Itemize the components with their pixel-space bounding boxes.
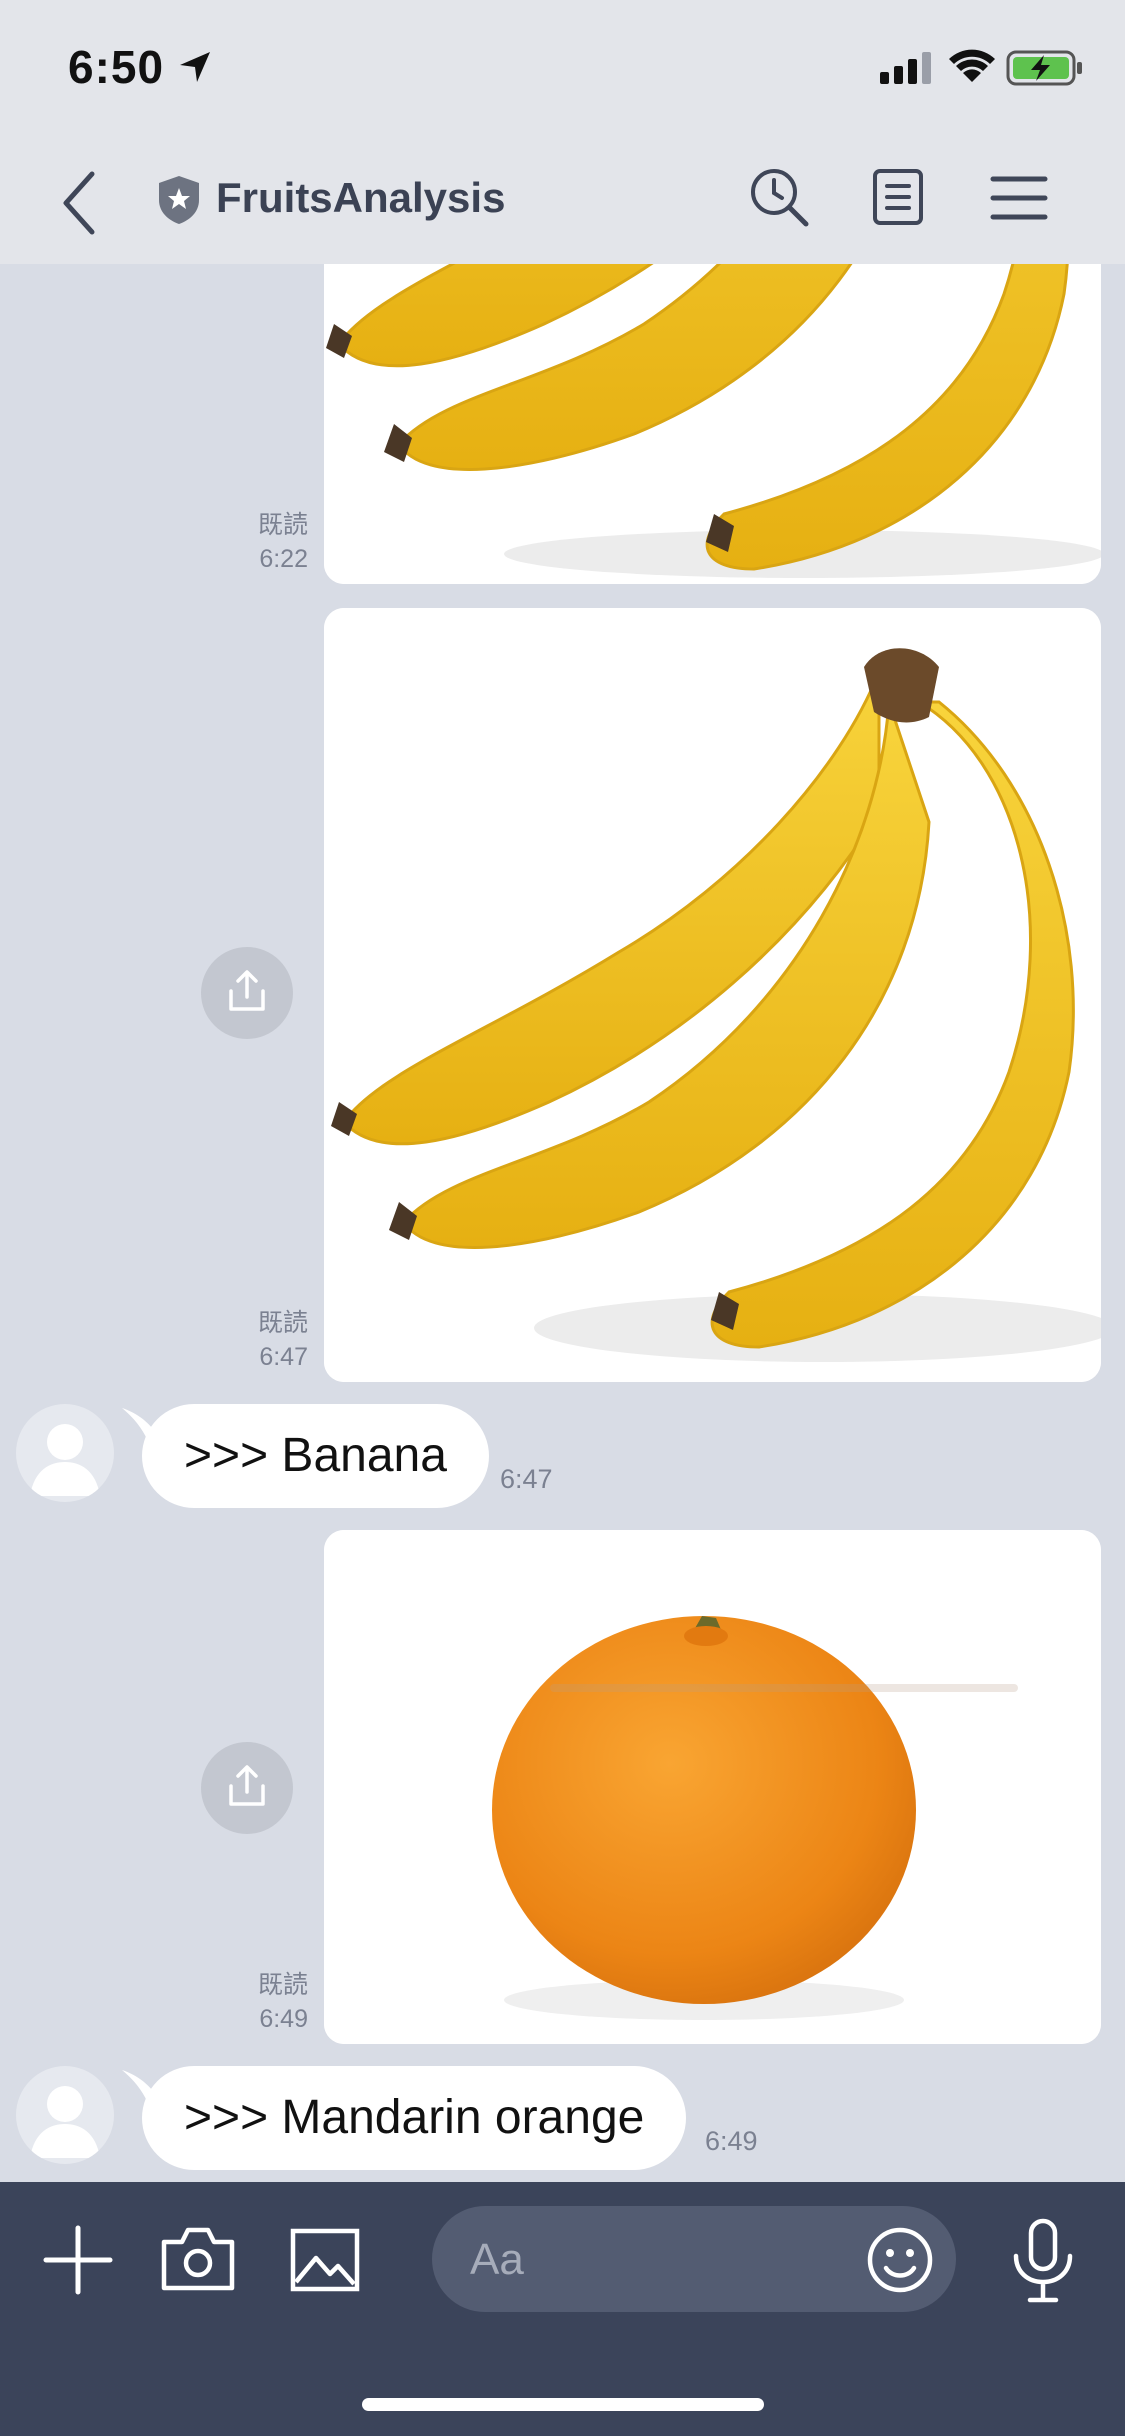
emoji-icon[interactable] [866, 2226, 934, 2294]
message-bubble[interactable]: >>> Banana [142, 1404, 489, 1508]
location-arrow-icon [180, 52, 210, 82]
status-time: 6:50 [68, 41, 165, 93]
share-button[interactable] [201, 947, 293, 1039]
wifi-icon [949, 49, 995, 82]
search-icon[interactable] [748, 166, 810, 228]
gallery-icon[interactable] [290, 2228, 360, 2292]
back-icon[interactable] [56, 170, 106, 236]
camera-icon[interactable] [160, 2224, 236, 2292]
battery-icon [1006, 50, 1082, 86]
home-indicator[interactable] [362, 2398, 764, 2411]
cellular-signal-icon [880, 52, 931, 84]
image-message-orange[interactable] [324, 1530, 1101, 2044]
mic-icon[interactable] [1010, 2218, 1076, 2304]
message-time: 6:47 [500, 1464, 553, 1494]
read-label: 既読 [257, 1309, 308, 1337]
banana-image [324, 608, 1101, 1382]
orange-image [324, 1530, 1101, 2044]
chat-title: FruitsAnalysis [216, 174, 506, 221]
message-meta: 既読 6:47 [180, 1306, 308, 1374]
read-label: 既読 [257, 511, 308, 539]
input-bar [0, 2182, 1125, 2436]
message-bubble[interactable]: >>> Mandarin orange [142, 2066, 687, 2170]
plus-icon[interactable] [42, 2224, 114, 2296]
default-avatar-icon [30, 2086, 100, 2158]
message-time: 6:49 [259, 2005, 308, 2033]
chat-header: FruitsAnalysis [0, 140, 1125, 264]
message-time: 6:22 [259, 545, 308, 573]
menu-icon[interactable] [990, 174, 1048, 222]
default-avatar-icon [30, 1424, 100, 1496]
chat-area[interactable]: 既読 6:22 既読 6:47 >>> Banana 6:47 既読 6:49 … [0, 264, 1125, 2182]
read-label: 既読 [257, 1971, 308, 1999]
share-button[interactable] [201, 1742, 293, 1834]
share-icon [229, 1765, 265, 1806]
image-message-banana-1[interactable] [324, 264, 1101, 584]
message-field[interactable] [432, 2206, 956, 2314]
status-bar: 6:50 [0, 0, 1125, 140]
avatar[interactable] [16, 2066, 114, 2164]
message-time: 6:49 [705, 2126, 758, 2156]
share-icon [229, 970, 265, 1011]
message-meta: 既読 6:49 [180, 1968, 308, 2036]
avatar[interactable] [16, 1404, 114, 1502]
notes-icon[interactable] [872, 168, 924, 226]
message-time: 6:47 [259, 1343, 308, 1371]
shield-icon [159, 176, 199, 224]
banana-image [324, 264, 1101, 584]
image-message-banana-2[interactable] [324, 608, 1101, 1382]
message-input[interactable] [468, 2206, 852, 2314]
message-meta: 既読 6:22 [180, 508, 308, 576]
